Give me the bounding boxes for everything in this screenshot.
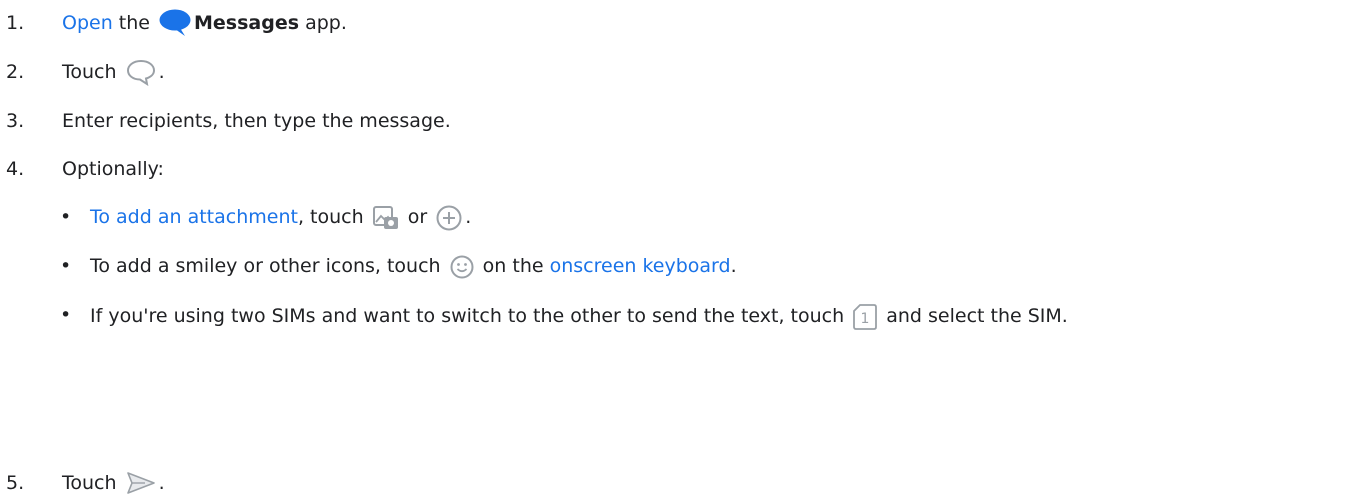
step-text: . [158,472,165,494]
step-number: 5. [6,472,25,494]
onscreen-keyboard-link[interactable]: onscreen keyboard [550,255,731,277]
bullet-marker: • [60,255,72,277]
bullet-text-part: . [465,206,472,228]
messages-app-icon [158,8,192,38]
bullet-text-part: , touch [297,206,370,228]
bullet-text-part: and select the SIM. [880,305,1068,327]
send-arrow-icon [125,470,157,496]
bullet-text-part: If you're using two SIMs and want to swi… [90,305,851,327]
step-content: Touch . [62,58,165,86]
bullet-text-part: To add a smiley or other icons, touch [90,255,447,277]
bullet-text: To add an attachment, touch or . [90,200,1330,234]
step-number: 1. [6,12,25,34]
step-number: 2. [6,61,25,83]
add-attachment-link[interactable]: To add an attachment [90,206,298,228]
bullet-text-part: on the [476,255,550,277]
bullet-marker: • [60,206,72,228]
app-name: Messages [194,12,300,34]
step-number: 4. [6,158,25,180]
step-text: Touch [62,472,123,494]
sim-number: 1 [861,311,870,327]
sim-1-icon: 1 [852,303,878,331]
bullet-text-part: . [730,255,737,277]
bullet-text: To add a smiley or other icons, touch on… [90,249,1330,283]
step-content: Enter recipients, then type the message. [62,110,451,132]
bullet-text: If you're using two SIMs and want to swi… [90,298,1330,334]
step-text: the [112,12,157,34]
step-text: . [158,61,165,83]
add-plus-icon [435,204,463,232]
step-content: Touch . [62,470,165,496]
bullet-text-part: or [401,206,434,228]
bullet-marker: • [60,304,72,326]
step-content: Optionally: [62,158,164,180]
step-text: Enter recipients, then type the message. [62,110,451,132]
step-number: 3. [6,110,25,132]
step-text: Touch [62,61,123,83]
step-text: Optionally: [62,158,164,180]
new-chat-bubble-icon [125,58,157,86]
smiley-icon [449,254,475,280]
step-text: app. [299,12,347,34]
open-link[interactable]: Open [62,12,113,34]
step-content: Open the Messages app. [62,8,347,38]
attach-media-icon [372,205,400,231]
